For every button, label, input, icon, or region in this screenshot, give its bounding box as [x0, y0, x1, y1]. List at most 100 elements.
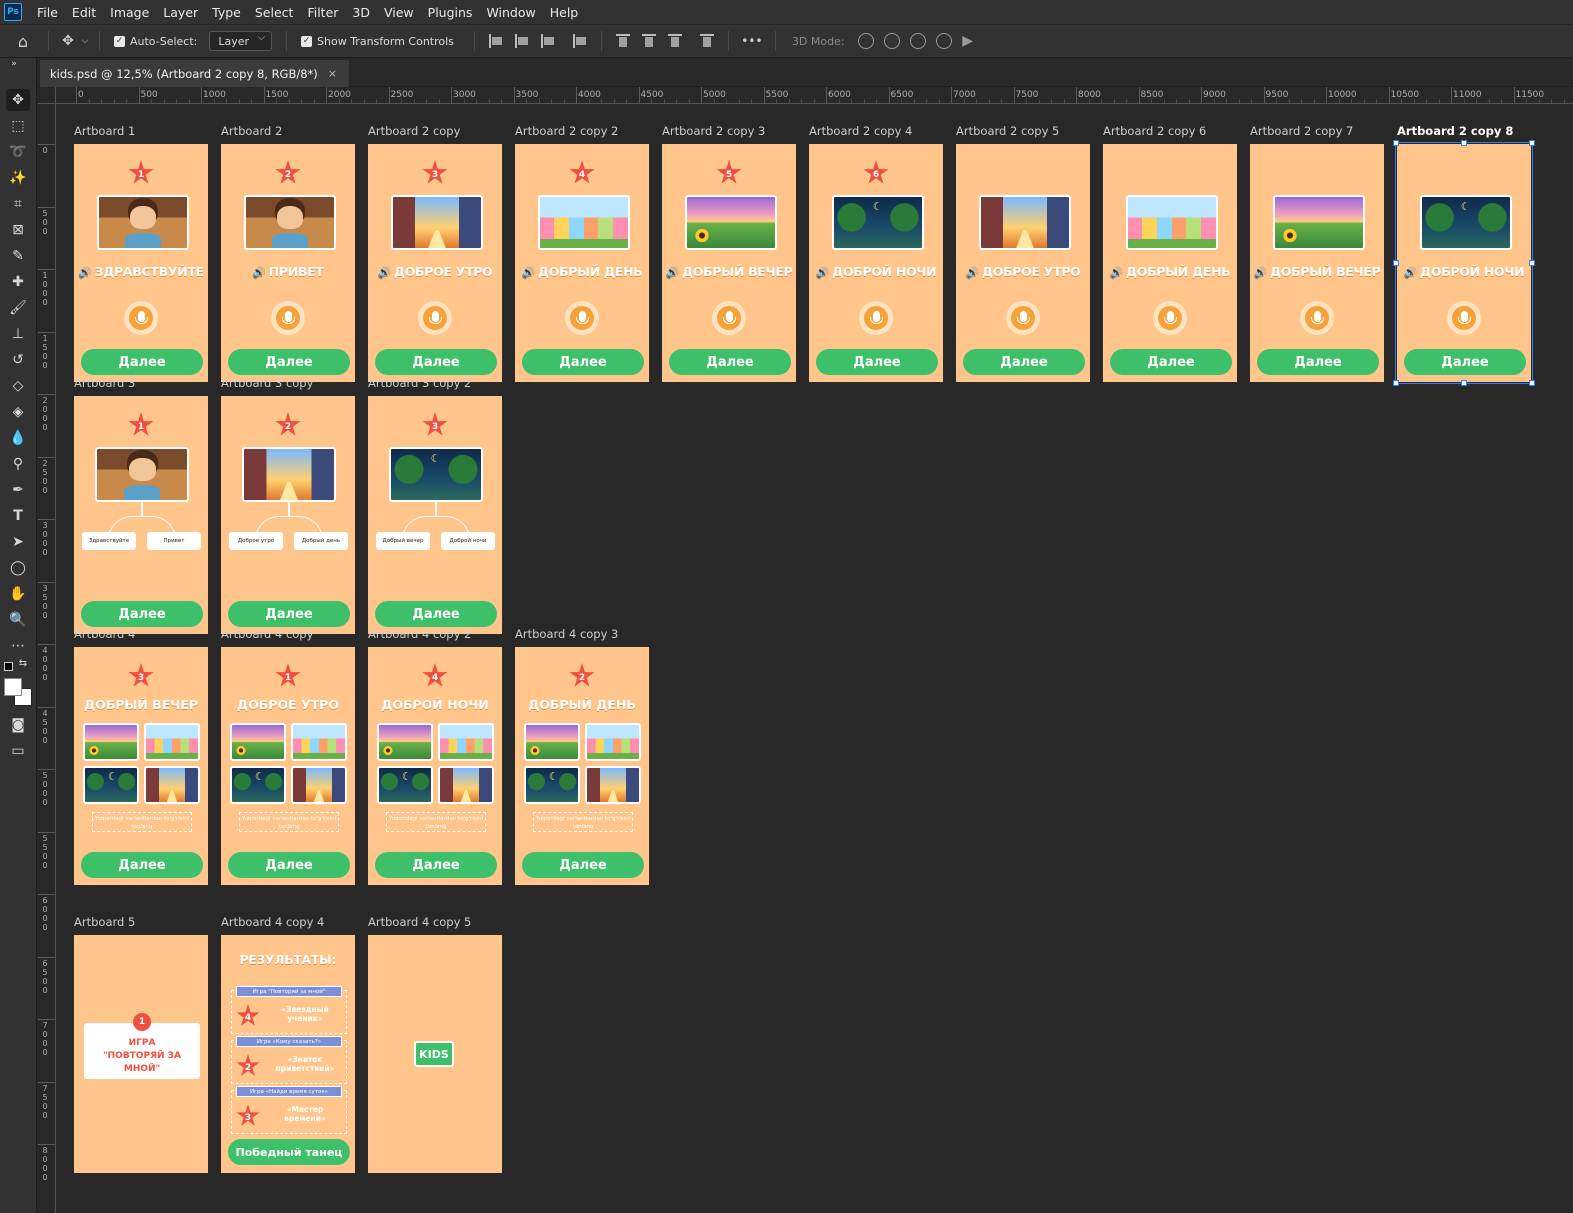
orbit-3d-icon[interactable] [857, 33, 874, 49]
next-button[interactable]: Далее [1404, 349, 1526, 375]
artboard[interactable]: 1 🔊 ЗДРАВСТВУЙТЕ Далее [73, 143, 209, 383]
artboard[interactable]: 🔊 ДОБРЫЙ ДЕНЬ Далее [1102, 143, 1238, 383]
answer-image-city[interactable] [585, 766, 641, 804]
artboard-title[interactable]: Artboard 3 copy [221, 376, 313, 390]
artboard-title[interactable]: Artboard 2 copy 8 [1397, 124, 1513, 138]
zoom-tool-icon[interactable]: 🔍 [6, 609, 30, 631]
answer-image-town[interactable] [144, 723, 200, 761]
artboard[interactable]: 🔊ДОБРОЙ НОЧИ Далее [1395, 142, 1533, 384]
artboard-title[interactable]: Artboard 2 copy 2 [515, 124, 618, 138]
collapse-panel-icon[interactable]: » [2, 58, 26, 70]
answer-option[interactable]: Здравствуйте [82, 532, 136, 550]
dodge-tool-icon[interactable]: ⚲ [6, 453, 30, 475]
photoshop-logo-icon[interactable]: Ps [4, 3, 22, 21]
move-tool-icon[interactable]: ✥ [57, 30, 79, 52]
artboard-title[interactable]: Artboard 2 copy 3 [662, 124, 765, 138]
artboard-title[interactable]: Artboard 4 copy 2 [368, 627, 471, 641]
eraser-tool-icon[interactable]: ◇ [6, 375, 30, 397]
slide-3d-icon[interactable] [935, 33, 952, 49]
ruler-origin[interactable] [38, 87, 56, 104]
artboard-title[interactable]: Artboard 2 copy [368, 124, 460, 138]
next-button[interactable]: Далее [375, 852, 497, 878]
artboard[interactable]: 🔊 ДОБРЫЙ ВЕЧЕР Далее [1249, 143, 1385, 383]
align-left-icon[interactable] [488, 34, 503, 48]
menu-view[interactable]: View [377, 5, 421, 20]
lasso-tool-icon[interactable]: ➰ [6, 141, 30, 163]
blur-tool-icon[interactable]: 💧 [6, 427, 30, 449]
answer-image-city[interactable] [438, 766, 494, 804]
brush-tool-icon[interactable]: 🖌 [6, 297, 30, 319]
transform-handle[interactable] [1393, 140, 1399, 146]
next-button[interactable]: Далее [375, 349, 497, 375]
answer-image-city[interactable] [291, 766, 347, 804]
artboard[interactable]: РЕЗУЛЬТАТЫ: Игра "Повторяй за мной" 4 «Звез… [220, 934, 356, 1174]
microphone-button[interactable] [859, 301, 893, 335]
answer-option[interactable]: Привет [147, 532, 201, 550]
microphone-button[interactable] [124, 301, 158, 335]
artboard-title[interactable]: Artboard 2 copy 5 [956, 124, 1059, 138]
ellipse-tool-icon[interactable]: ◯ [6, 557, 30, 579]
crop-tool-icon[interactable]: ⌗ [6, 193, 30, 215]
artboard-title[interactable]: Artboard 4 copy 3 [515, 627, 618, 641]
next-button[interactable]: Далее [669, 349, 791, 375]
transform-handle[interactable] [1529, 260, 1535, 266]
microphone-button[interactable] [1447, 301, 1481, 335]
clone-stamp-tool-icon[interactable]: ⊥ [6, 323, 30, 345]
artboard-title[interactable]: Artboard 3 copy 2 [368, 376, 471, 390]
answer-image-night[interactable] [377, 766, 433, 804]
speaker-icon[interactable]: 🔊 [377, 266, 391, 279]
speaker-icon[interactable]: 🔊 [522, 266, 536, 279]
speaker-icon[interactable]: 🔊 [1110, 266, 1124, 279]
auto-select-target-dropdown[interactable]: Layer [209, 31, 273, 51]
artboard[interactable]: 1 ДОБРОЕ УТРО Yuqoridagi variantlardan to'… [220, 646, 356, 886]
speaker-icon[interactable]: 🔊 [78, 266, 92, 279]
auto-select-checkbox[interactable]: ✓ Auto-Select: [114, 35, 197, 48]
artboard[interactable]: 1 Здравствуйте Привет Далее [73, 395, 209, 635]
type-tool-icon[interactable]: T [6, 505, 30, 527]
pan-3d-icon[interactable] [909, 33, 926, 49]
microphone-button[interactable] [1300, 301, 1334, 335]
answer-image-city[interactable] [144, 766, 200, 804]
transform-handle[interactable] [1393, 380, 1399, 386]
artboard[interactable]: KIDS [367, 934, 503, 1174]
document-tab[interactable]: kids.psd @ 12,5% (Artboard 2 copy 8, RGB… [40, 60, 350, 87]
artboard[interactable]: 2 🔊 ПРИВЕТ Далее [220, 143, 356, 383]
magic-wand-tool-icon[interactable]: ✨ [6, 167, 30, 189]
align-vertical-center-icon[interactable] [641, 34, 656, 48]
next-button[interactable]: Далее [522, 852, 644, 878]
distribute-vertical-icon[interactable] [572, 34, 587, 48]
close-icon[interactable]: × [328, 67, 337, 80]
menu-edit[interactable]: Edit [65, 5, 103, 20]
transform-handle[interactable] [1461, 140, 1467, 146]
answer-image-night[interactable] [230, 766, 286, 804]
menu-select[interactable]: Select [248, 5, 301, 20]
microphone-button[interactable] [418, 301, 452, 335]
foreground-color-swatch[interactable] [4, 678, 22, 696]
microphone-button[interactable] [1153, 301, 1187, 335]
answer-image-night[interactable] [83, 766, 139, 804]
artboard-title[interactable]: Artboard 3 [74, 376, 135, 390]
roll-3d-icon[interactable] [883, 33, 900, 49]
menu-filter[interactable]: Filter [300, 5, 345, 20]
answer-image-eve[interactable] [230, 723, 286, 761]
align-top-icon[interactable] [615, 34, 630, 48]
next-button[interactable]: Далее [375, 601, 497, 627]
menu-window[interactable]: Window [479, 5, 542, 20]
home-icon[interactable]: ⌂ [12, 30, 34, 52]
artboard[interactable]: 4 ДОБРОЙ НОЧИ Yuqoridagi variantlardan to'… [367, 646, 503, 886]
path-selection-tool-icon[interactable]: ➤ [6, 531, 30, 553]
align-right-icon[interactable] [540, 34, 555, 48]
transform-handle[interactable] [1529, 140, 1535, 146]
speaker-icon[interactable]: 🔊 [1254, 266, 1268, 279]
menu-plugins[interactable]: Plugins [421, 5, 480, 20]
horizontal-ruler[interactable]: 0 500 1000 1500 2000 2500 3000 3500 4000 4500 5000… [56, 87, 1573, 104]
next-button[interactable]: Далее [1110, 349, 1232, 375]
next-button[interactable]: Далее [522, 349, 644, 375]
show-transform-controls-checkbox[interactable]: ✓ Show Transform Controls [301, 35, 454, 48]
answer-option[interactable]: Доброй ночи [441, 532, 495, 550]
align-bottom-icon[interactable] [667, 34, 682, 48]
more-tools-icon[interactable]: ⋯ [6, 635, 30, 657]
microphone-button[interactable] [565, 301, 599, 335]
more-options-icon[interactable]: ••• [737, 30, 767, 52]
marquee-tool-icon[interactable]: ⬚ [6, 115, 30, 137]
